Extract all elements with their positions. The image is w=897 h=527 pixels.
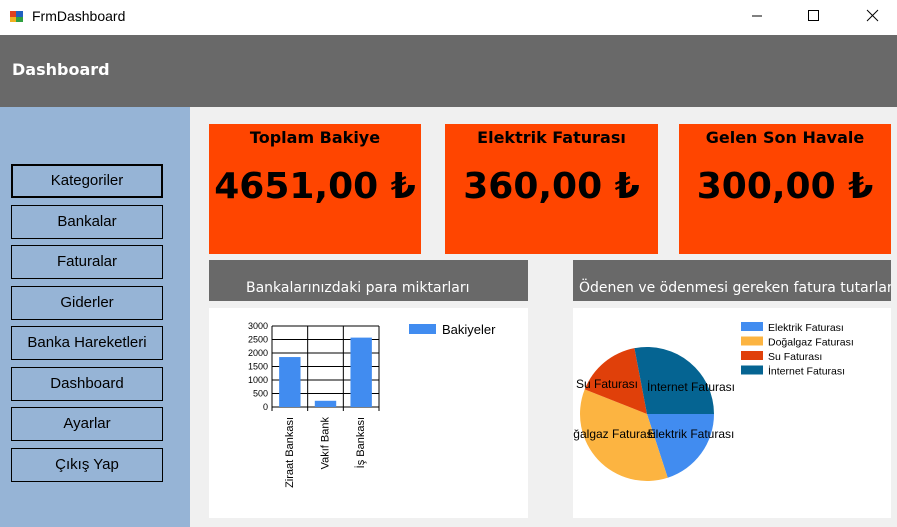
bill-chart-title: Ödenen ve ödenmesi gereken fatura tutarl…: [579, 280, 891, 296]
legend-label: Doğalgaz Faturası: [768, 337, 854, 349]
sidebar-item-dashboard[interactable]: Dashboard: [11, 367, 163, 401]
maximize-button[interactable]: [790, 0, 836, 33]
slice-label: Su Faturası: [576, 377, 638, 391]
window-titlebar: FrmDashboard: [0, 0, 897, 35]
app-icon: [10, 11, 23, 22]
maximize-icon: [808, 10, 819, 21]
y-tick-label: 3000: [248, 321, 268, 331]
legend-swatch: [741, 351, 763, 360]
card-title: Gelen Son Havale: [705, 128, 865, 147]
bill-pie-chart: Elektrik FaturasıDoğalgaz FaturasıSu Fat…: [558, 322, 854, 481]
sidebar-item-giderler[interactable]: Giderler: [11, 286, 163, 320]
card-value: 300,00 ₺: [696, 166, 874, 207]
minimize-icon: [752, 15, 762, 17]
sidebar: Kategoriler Bankalar Faturalar Giderler …: [0, 107, 190, 527]
legend-label: İnternet Faturası: [768, 365, 845, 378]
window-title: FrmDashboard: [32, 8, 126, 24]
y-tick-label: 2000: [248, 348, 268, 358]
legend-label: Su Faturası: [768, 351, 822, 363]
y-tick-label: 1000: [248, 375, 268, 385]
legend-label: Elektrik Faturası: [768, 322, 844, 334]
bank-bar-chart: 3000 2500 2000 1500 1000 500 0 Ziraat Bankası Va…: [248, 321, 496, 488]
x-tick-label: Vakıf Bank: [320, 417, 332, 470]
bill-chart-header: Ödenen ve ödenmesi gereken fatura tutarl…: [573, 260, 891, 301]
y-tick-label: 1500: [248, 362, 268, 372]
minimize-button[interactable]: [734, 0, 780, 33]
slice-label: Doğalgaz Faturası: [573, 427, 656, 441]
card-value: 4651,00 ₺: [214, 166, 416, 207]
bank-chart-title: Bankalarınızdaki para miktarları: [246, 280, 470, 296]
electric-bill-card: Elektrik Faturası 360,00 ₺: [445, 124, 658, 254]
close-button[interactable]: [849, 0, 895, 33]
bank-chart-panel: 3000 2500 2000 1500 1000 500 0 Ziraat Bankası Va…: [209, 308, 528, 518]
bill-chart-panel: Elektrik FaturasıDoğalgaz FaturasıSu Fat…: [558, 308, 891, 518]
y-tick-label: 500: [253, 389, 268, 399]
x-tick-label: İş Bankası: [354, 417, 367, 468]
bar: [350, 337, 372, 407]
bar: [279, 357, 301, 407]
slice-label: İnternet Faturası: [647, 380, 735, 394]
slice-label: Elektrik Faturası: [648, 427, 735, 441]
sidebar-item-ayarlar[interactable]: Ayarlar: [11, 407, 163, 441]
legend-swatch: [409, 324, 436, 334]
legend-swatch: [741, 322, 763, 331]
card-title: Toplam Bakiye: [249, 128, 381, 147]
sidebar-item-bankalar[interactable]: Bankalar: [11, 205, 163, 239]
header-title: Dashboard: [12, 60, 110, 79]
legend-swatch: [741, 336, 763, 346]
x-tick-label: Ziraat Bankası: [284, 417, 296, 488]
close-icon: [866, 9, 879, 22]
legend-swatch: [741, 365, 763, 375]
sidebar-item-kategoriler[interactable]: Kategoriler: [11, 164, 163, 198]
card-value: 360,00 ₺: [463, 166, 640, 207]
last-transfer-card: Gelen Son Havale 300,00 ₺: [679, 124, 891, 254]
bar: [314, 400, 337, 407]
y-tick-label: 2500: [248, 335, 268, 345]
sidebar-item-cikis-yap[interactable]: Çıkış Yap: [11, 448, 163, 482]
sidebar-item-banka-hareketleri[interactable]: Banka Hareketleri: [11, 326, 163, 360]
sidebar-item-faturalar[interactable]: Faturalar: [11, 245, 163, 279]
dashboard-header: Dashboard: [0, 35, 897, 107]
legend-label: Bakiyeler: [442, 322, 496, 337]
total-balance-card: Toplam Bakiye 4651,00 ₺: [209, 124, 421, 254]
bank-chart-header: Bankalarınızdaki para miktarları: [209, 260, 528, 301]
y-tick-label: 0: [263, 402, 268, 412]
card-title: Elektrik Faturası: [477, 128, 626, 147]
